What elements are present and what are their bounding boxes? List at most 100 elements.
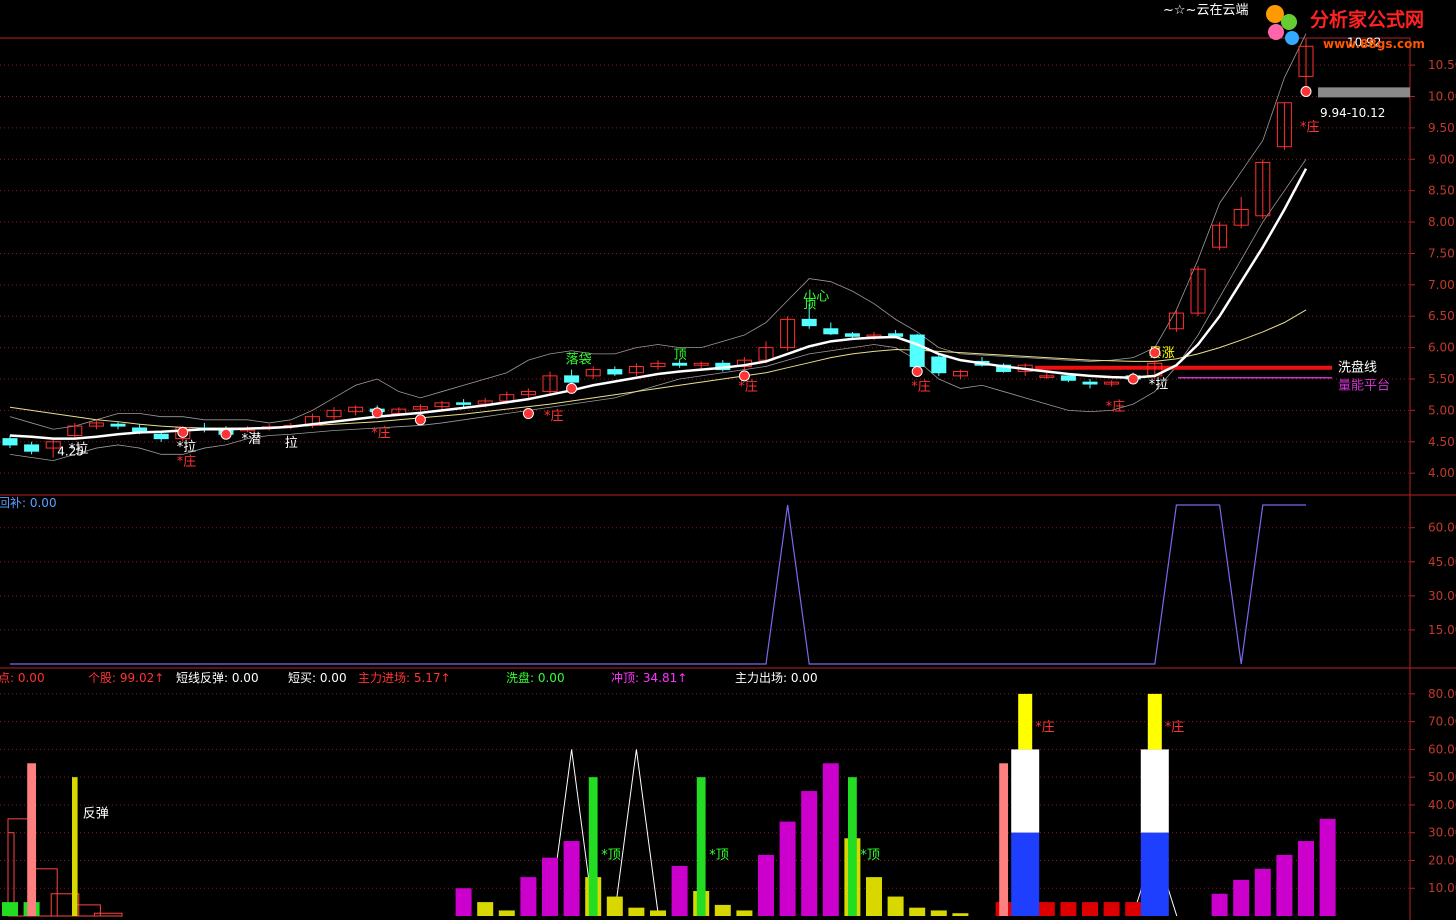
candle-body <box>456 402 472 405</box>
magenta-bar <box>1233 879 1250 916</box>
buy-signal-marker <box>738 370 750 382</box>
legend-main-enter: 主力进场: 5.17↑ <box>358 671 451 685</box>
blue-stack-bar <box>1011 832 1040 916</box>
platform-label: 量能平台 <box>1338 379 1390 394</box>
bar-tick-label: 20.00 <box>1428 853 1456 867</box>
legend-short-buy: 短买: 0.00 <box>288 671 347 685</box>
yellow-bar <box>498 910 515 916</box>
yellow-stack-bar <box>1018 693 1033 750</box>
yellow-bar <box>736 910 753 916</box>
white-stack-bar <box>1140 749 1169 833</box>
buy-signal-marker <box>566 382 578 394</box>
signal-label: *庄 <box>1300 119 1320 135</box>
signal-label: 落袋 <box>566 352 592 367</box>
price-tick-label: 6.00 <box>1428 341 1455 355</box>
price-tick-label: 6.50 <box>1428 309 1455 323</box>
bar-tick-label: 80.00 <box>1428 687 1456 701</box>
red-bar <box>1038 902 1055 916</box>
gap-tick-label: 60.00 <box>1428 521 1456 535</box>
gap-tick-label: 30.00 <box>1428 589 1456 603</box>
buy-signal-marker <box>522 408 534 420</box>
green-bar <box>696 777 706 916</box>
magenta-bar <box>1276 854 1293 916</box>
chart-stage: 洗盘线量能平台拉*拉 *拉*庄*潜 *庄*庄落袋 顶*庄小心顶*庄暴涨*拉*庄*庄10… <box>0 0 1456 920</box>
candle-body <box>1082 381 1098 385</box>
green-bar <box>848 777 857 916</box>
candle-body <box>823 328 839 335</box>
yellow-bar <box>887 896 904 916</box>
salmon-bar <box>27 763 36 916</box>
candle-body <box>110 423 126 427</box>
yellow-bar <box>866 877 882 916</box>
range-marker <box>1318 87 1410 98</box>
red-bar <box>1060 902 1077 916</box>
magenta-bar <box>1211 893 1228 916</box>
logo-text: 分析家公式网 <box>1310 8 1424 31</box>
yellow-bar <box>606 896 623 916</box>
yellow-bar <box>930 910 947 916</box>
price-tick-label: 8.50 <box>1428 184 1455 198</box>
bar-tick-label: 30.00 <box>1428 826 1456 840</box>
bar-tick-label: 40.00 <box>1428 798 1456 812</box>
signal-label: *潜 <box>242 432 262 447</box>
bar-signal-label: *顶 <box>709 848 729 863</box>
legend-stock: 个股: 99.02↑ <box>88 671 164 685</box>
legend-main-exit: 主力出场: 0.00 <box>735 671 818 685</box>
buy-signal-marker <box>911 365 923 377</box>
buy-signal-marker <box>414 414 426 426</box>
yellow-bar <box>952 913 969 916</box>
magenta-bar <box>1319 818 1336 916</box>
blue-stack-bar <box>1140 832 1169 916</box>
candle-body <box>2 438 18 446</box>
magenta-bar <box>671 866 688 916</box>
yellow-bar <box>650 910 666 916</box>
green-bar <box>2 902 18 916</box>
bar-signal-label: *顶 <box>860 848 880 863</box>
signal-label: *庄 <box>544 408 564 424</box>
green-bar <box>588 777 598 916</box>
magenta-bar <box>455 888 472 916</box>
price-tick-label: 7.50 <box>1428 246 1455 260</box>
candle-body <box>931 356 947 374</box>
bar-tick-label: 60.00 <box>1428 742 1456 756</box>
price-tick-label: 10.50 <box>1428 58 1456 72</box>
yellow-bar <box>477 902 494 916</box>
signal-label: *庄 <box>177 454 197 470</box>
bar-signal-label: *顶 <box>601 848 621 863</box>
low-price-label: 4.25 <box>57 445 84 459</box>
signal-label: 顶 <box>674 348 687 363</box>
buy-signal-marker <box>177 426 189 438</box>
stock-title: ~☆~云在云端 <box>1163 3 1248 18</box>
bar-tick-label: 70.00 <box>1428 715 1456 729</box>
price-tick-label: 7.00 <box>1428 278 1455 292</box>
magenta-bar <box>563 841 580 916</box>
signal-label: *庄 <box>911 378 931 394</box>
stack-label: *庄 <box>1035 719 1055 735</box>
magenta-bar <box>779 821 796 916</box>
salmon-bar <box>999 763 1008 916</box>
stack-label: *庄 <box>1165 719 1185 735</box>
signal-label: *庄 <box>1106 398 1126 414</box>
wash-line-label: 洗盘线 <box>1338 360 1377 376</box>
signal-label: *拉 <box>177 440 197 455</box>
red-bar <box>1103 902 1120 916</box>
price-tick-label: 10.00 <box>1428 90 1456 104</box>
legend-wash: 洗盘: 0.00 <box>506 670 565 685</box>
gap-tick-label: 15.00 <box>1428 623 1456 637</box>
magenta-bar <box>801 791 818 916</box>
price-tick-label: 8.00 <box>1428 215 1455 229</box>
buy-signal-marker <box>220 428 232 440</box>
buy-signal-marker <box>1300 85 1312 97</box>
candle-body <box>801 318 817 327</box>
magenta-bar <box>1254 868 1271 916</box>
gap-fill-legend: 缺口回补: 0.00 <box>0 495 57 510</box>
yellow-bar <box>909 907 926 916</box>
bar-tick-label: 10.00 <box>1428 881 1456 895</box>
magenta-bar <box>758 854 774 916</box>
signal-label: 拉 <box>285 436 298 451</box>
red-bar <box>1082 902 1098 916</box>
signal-label: *庄 <box>738 378 758 394</box>
price-tick-label: 9.50 <box>1428 121 1455 135</box>
candle-body <box>844 333 860 337</box>
price-tick-label: 5.50 <box>1428 372 1455 386</box>
